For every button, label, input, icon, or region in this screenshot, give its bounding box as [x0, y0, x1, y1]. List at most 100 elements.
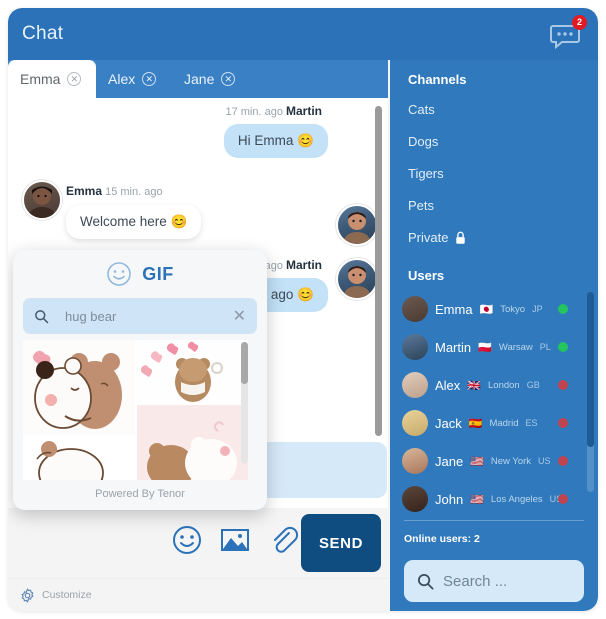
search-icon: [35, 309, 49, 323]
user-name: Martin: [435, 339, 472, 355]
avatar: [402, 448, 428, 474]
avatar[interactable]: [22, 180, 62, 220]
sidebar-item-tigers[interactable]: Tigers: [408, 166, 444, 181]
user-name: Jane: [435, 453, 464, 469]
divider: [404, 520, 584, 521]
users-scrollbar-thumb[interactable]: [587, 292, 594, 447]
customize-bar[interactable]: Customize: [8, 578, 388, 611]
paperclip-icon[interactable]: [267, 524, 299, 556]
user-city: New York: [490, 455, 532, 467]
message-author: Martin: [286, 258, 322, 272]
gif-results-grid[interactable]: [23, 340, 248, 480]
avatar: [402, 410, 428, 436]
sidebar-item-cats[interactable]: Cats: [408, 102, 435, 117]
gear-icon: [21, 587, 34, 603]
user-name: John: [435, 491, 464, 507]
flag-icon: 🇺🇸: [470, 493, 484, 506]
notification-badge: 2: [572, 15, 587, 30]
avatar: [402, 486, 428, 512]
gif-picker-header: GIF: [13, 250, 267, 298]
status-badge: [558, 342, 568, 352]
smiley-icon[interactable]: [106, 261, 132, 287]
image-icon[interactable]: [219, 524, 251, 556]
app-header: Chat 2: [8, 8, 598, 60]
user-country-code: PL: [539, 342, 551, 352]
users-scrollbar[interactable]: [587, 292, 594, 492]
user-country-code: JP: [532, 304, 543, 314]
right-sidebar: Channels Cats Dogs Tigers Pets Private U…: [390, 60, 598, 611]
message-item: Emma 15 min. ago Welcome here 😊: [66, 184, 202, 239]
users-heading: Users: [408, 268, 445, 283]
channel-label: Cats: [408, 102, 435, 117]
gif-grid-scrollbar-thumb[interactable]: [241, 342, 248, 384]
gif-search-input[interactable]: hug bear ✕: [23, 298, 257, 334]
user-name: Jack: [435, 415, 462, 431]
status-badge: [558, 456, 568, 466]
gif-result-item[interactable]: [23, 437, 135, 480]
status-badge: [558, 304, 568, 314]
user-country-code: GB: [526, 380, 540, 390]
message-scrollbar[interactable]: [375, 106, 382, 436]
tab-alex[interactable]: Alex ✕: [96, 60, 172, 98]
message-meta: 17 min. ago Martin: [224, 104, 322, 118]
gif-result-item[interactable]: [137, 405, 248, 480]
gif-credit-label: Powered By Tenor: [95, 488, 185, 500]
search-input[interactable]: Search ...: [404, 560, 584, 602]
channel-label: Pets: [408, 198, 435, 213]
avatar: [402, 296, 428, 322]
close-icon[interactable]: ✕: [67, 72, 82, 86]
sidebar-user-john[interactable]: John 🇺🇸 Los Angeles US: [402, 484, 586, 514]
sidebar-user-alex[interactable]: Alex 🇬🇧 London GB: [402, 370, 586, 400]
message-time: ago: [264, 260, 283, 272]
notifications-button[interactable]: 2: [550, 15, 587, 50]
avatar[interactable]: [336, 258, 378, 300]
sidebar-user-martin[interactable]: Martin 🇵🇱 Warsaw PL: [402, 332, 586, 362]
customize-label: Customize: [42, 589, 92, 601]
sidebar-user-emma[interactable]: Emma 🇯🇵 Tokyo JP: [402, 294, 586, 324]
gif-picker-popup: GIF hug bear ✕ Powered By Tenor: [13, 250, 267, 510]
flag-icon: 🇵🇱: [478, 341, 492, 354]
composer-toolbar: SEND: [8, 508, 388, 578]
close-icon[interactable]: ✕: [221, 72, 236, 86]
gif-logo: GIF: [142, 263, 174, 284]
message-input[interactable]: [255, 442, 387, 498]
close-icon[interactable]: ✕: [233, 306, 246, 326]
gif-result-item[interactable]: [137, 340, 248, 403]
send-button[interactable]: SEND: [301, 514, 381, 572]
user-city: Los Angeles: [490, 493, 543, 505]
page-title: Chat: [22, 23, 64, 44]
message-meta: Emma 15 min. ago: [66, 184, 201, 198]
emoji-icon[interactable]: [171, 524, 203, 556]
avatar: [402, 334, 428, 360]
status-badge: [558, 494, 568, 504]
lock-icon: [456, 231, 466, 244]
sidebar-item-private[interactable]: Private: [408, 230, 467, 245]
message-time: 17 min. ago: [225, 106, 283, 118]
user-city: Warsaw: [498, 341, 533, 353]
user-country-code: US: [538, 456, 551, 466]
avatar[interactable]: [336, 204, 378, 246]
user-name: Emma: [435, 301, 473, 317]
sidebar-item-dogs[interactable]: Dogs: [408, 134, 438, 149]
flag-icon: 🇯🇵: [479, 303, 494, 316]
sidebar-user-jack[interactable]: Jack 🇪🇸 Madrid ES: [402, 408, 586, 438]
tab-label: Jane: [184, 71, 215, 87]
search-placeholder: Search ...: [443, 572, 508, 590]
chat-app-window: Chat 2 Emma ✕ Alex ✕ Jane ✕ 17 min. ago …: [8, 8, 598, 611]
avatar: [402, 372, 428, 398]
tab-jane[interactable]: Jane ✕: [172, 60, 250, 98]
sidebar-item-pets[interactable]: Pets: [408, 198, 434, 213]
tab-emma[interactable]: Emma ✕: [8, 60, 96, 98]
close-icon[interactable]: ✕: [142, 72, 157, 86]
message-bubble: Welcome here 😊: [66, 205, 202, 239]
message-time: 15 min. ago: [105, 186, 163, 198]
user-name: Alex: [435, 377, 461, 393]
sidebar-user-jane[interactable]: Jane 🇺🇸 New York US: [402, 446, 586, 476]
channel-label: Dogs: [408, 134, 439, 149]
gif-grid-scrollbar[interactable]: [241, 342, 248, 464]
user-city: London: [488, 379, 520, 391]
search-icon: [417, 573, 434, 589]
online-users-count: Online users: 2: [404, 533, 480, 545]
gif-result-item[interactable]: [23, 340, 135, 435]
chat-tab-bar: Emma ✕ Alex ✕ Jane ✕: [8, 60, 388, 98]
